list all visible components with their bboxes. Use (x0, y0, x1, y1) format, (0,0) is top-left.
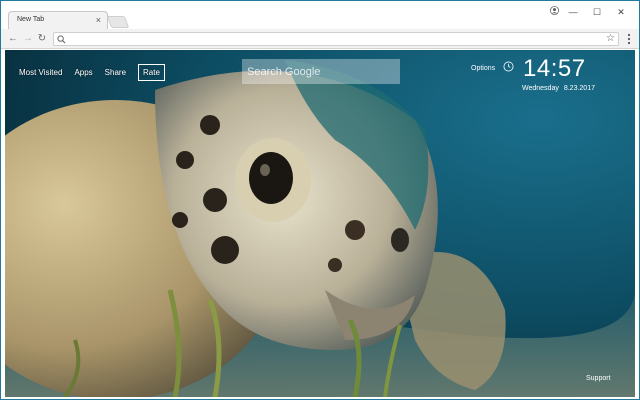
rate-button[interactable]: Rate (138, 64, 165, 81)
browser-toolbar: ← → ↻ ☆ (1, 29, 639, 49)
minimize-button[interactable]: — (561, 5, 585, 19)
tab-title: New Tab (17, 16, 45, 23)
top-nav: Most Visited Apps Share Rate (19, 64, 165, 81)
window-controls: — ☐ ✕ (561, 5, 633, 19)
weekday-label: Wednesday (522, 85, 559, 92)
forward-icon[interactable]: → (22, 33, 34, 45)
search-input[interactable] (242, 59, 400, 84)
search-icon (57, 35, 66, 44)
google-search-box[interactable] (242, 59, 400, 84)
new-tab-page: Most Visited Apps Share Rate Options 14:… (5, 50, 635, 397)
most-visited-link[interactable]: Most Visited (19, 68, 62, 77)
apps-link[interactable]: Apps (74, 68, 92, 77)
support-link[interactable]: Support (586, 375, 611, 382)
reload-icon[interactable]: ↻ (36, 33, 48, 45)
user-icon[interactable] (550, 6, 559, 15)
star-icon[interactable]: ☆ (606, 33, 615, 45)
tab-close-button[interactable]: × (96, 15, 101, 25)
address-bar[interactable]: ☆ (53, 32, 619, 46)
close-window-button[interactable]: ✕ (609, 5, 633, 19)
options-link[interactable]: Options (471, 65, 495, 72)
address-input[interactable] (68, 34, 598, 44)
clock-icon[interactable] (503, 61, 514, 72)
maximize-button[interactable]: ☐ (585, 5, 609, 19)
back-icon[interactable]: ← (7, 33, 19, 45)
tab-new-tab[interactable]: New Tab × (8, 11, 108, 30)
sea-turtle-background (5, 50, 635, 397)
clock-date: Wednesday 8.23.2017 (522, 85, 595, 92)
browser-window: New Tab × — ☐ ✕ ← → ↻ ☆ Most Visited App… (0, 0, 640, 400)
menu-icon[interactable] (627, 33, 631, 45)
clock-time: 14:57 (523, 55, 586, 82)
new-tab-button[interactable] (106, 16, 130, 28)
share-link[interactable]: Share (105, 68, 126, 77)
date-label: 8.23.2017 (563, 85, 595, 92)
tab-strip: New Tab × — ☐ ✕ (1, 1, 639, 30)
